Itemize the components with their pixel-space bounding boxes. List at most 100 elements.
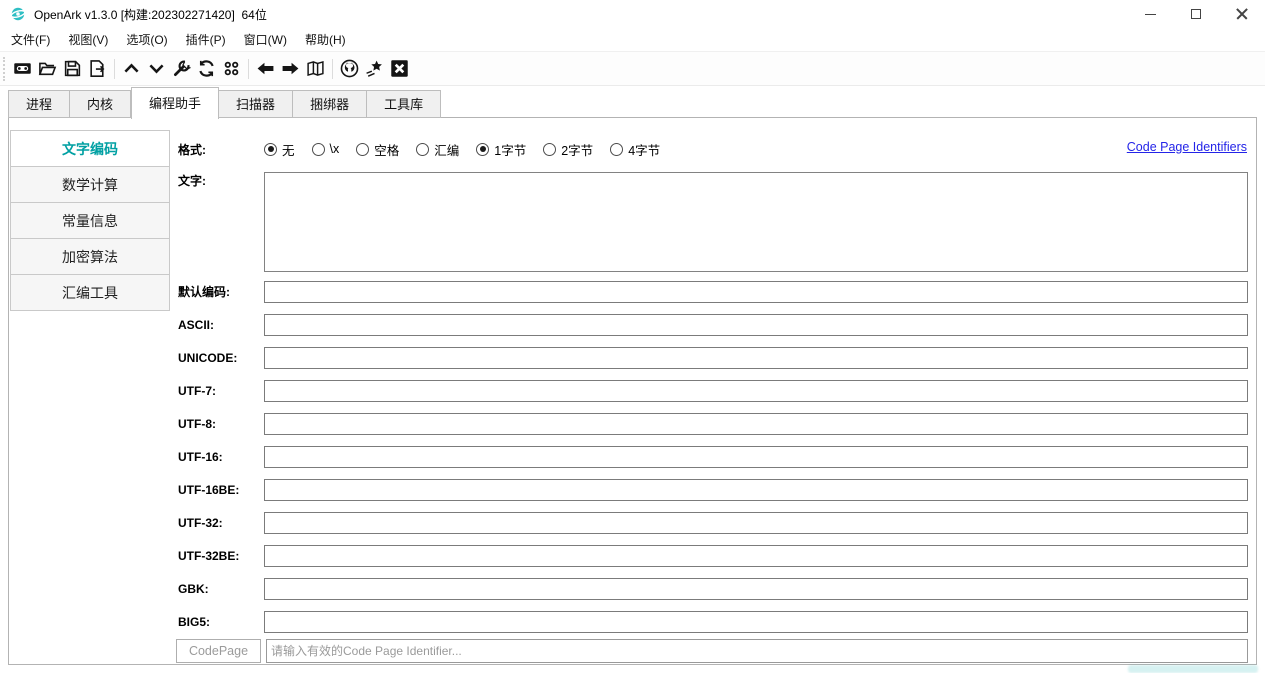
exit-button[interactable] (387, 56, 412, 82)
format-radio-group: 无 \x 空格 汇编 1字节 2字节 4字节 (264, 139, 660, 159)
exit-icon (390, 59, 409, 78)
menu-view[interactable]: 视图(V) (59, 27, 117, 52)
shooting-star-icon (365, 59, 384, 78)
row-label-utf32be: UTF-32BE: (178, 545, 239, 567)
tab-bundler[interactable]: 捆绑器 (293, 90, 367, 118)
toolbar-separator (332, 59, 333, 79)
menu-options[interactable]: 选项(O) (117, 27, 176, 52)
tab-kernel[interactable]: 内核 (70, 90, 131, 118)
forward-button[interactable] (278, 56, 303, 82)
radio-space[interactable]: 空格 (356, 140, 399, 159)
radio-circle (264, 143, 277, 156)
arrow-left-icon (256, 59, 275, 78)
export-doc-icon (88, 59, 107, 78)
utf16be-field[interactable] (264, 479, 1248, 501)
manual-book-icon (306, 59, 325, 78)
big5-field[interactable] (264, 611, 1248, 633)
chevron-up-icon (122, 59, 141, 78)
openark-window: OpenArk v1.3.0 [构建:202302271420] 64位 文件(… (0, 0, 1265, 673)
maximize-button[interactable] (1173, 0, 1219, 28)
export-doc-button[interactable] (85, 56, 110, 82)
row-label-utf8: UTF-8: (178, 413, 216, 435)
refresh-icon (197, 59, 216, 78)
row-label-unicode: UNICODE: (178, 347, 237, 369)
console-button[interactable] (10, 56, 35, 82)
close-button[interactable] (1219, 0, 1265, 28)
manual-button[interactable] (303, 56, 328, 82)
toolbar (0, 52, 1265, 86)
row-label-utf16be: UTF-16BE: (178, 479, 239, 501)
radio-4byte[interactable]: 4字节 (610, 140, 660, 159)
utf16-field[interactable] (264, 446, 1248, 468)
radio-hex-x[interactable]: \x (312, 142, 340, 156)
sidebar-item-math-calc[interactable]: 数学计算 (11, 167, 169, 203)
row-label-utf16: UTF-16: (178, 446, 223, 468)
save-button[interactable] (60, 56, 85, 82)
tab-process[interactable]: 进程 (8, 90, 70, 118)
menu-window[interactable]: 窗口(W) (235, 27, 296, 52)
menu-help[interactable]: 帮助(H) (296, 27, 355, 52)
radio-circle (543, 143, 556, 156)
github-icon (340, 59, 359, 78)
refresh-button[interactable] (194, 56, 219, 82)
default-encoding-field[interactable] (264, 281, 1248, 303)
radio-circle (312, 143, 325, 156)
sidebar-item-crypto[interactable]: 加密算法 (11, 239, 169, 275)
chevron-down-icon (147, 59, 166, 78)
maximize-icon (1191, 9, 1201, 19)
close-icon (1236, 8, 1248, 20)
tab-scanner[interactable]: 扫描器 (219, 90, 293, 118)
sidebar-item-text-encoding[interactable]: 文字编码 (11, 131, 169, 167)
menu-plugins[interactable]: 插件(P) (177, 27, 235, 52)
minimize-icon (1145, 14, 1156, 15)
row-label-gbk: GBK: (178, 578, 209, 600)
sidebar-item-constants[interactable]: 常量信息 (11, 203, 169, 239)
format-label: 格式: (178, 139, 206, 161)
ascii-field[interactable] (264, 314, 1248, 336)
menu-file[interactable]: 文件(F) (2, 27, 59, 52)
window-title: OpenArk v1.3.0 [构建:202302271420] 64位 (34, 6, 267, 23)
radio-circle (476, 143, 489, 156)
open-file-button[interactable] (35, 56, 60, 82)
tab-coderkit[interactable]: 编程助手 (131, 87, 219, 119)
utf7-field[interactable] (264, 380, 1248, 402)
save-icon (63, 59, 82, 78)
settings-button[interactable] (169, 56, 194, 82)
dots-grid-icon (222, 59, 241, 78)
move-down-button[interactable] (144, 56, 169, 82)
utf32-field[interactable] (264, 512, 1248, 534)
unicode-field[interactable] (264, 347, 1248, 369)
text-input-area[interactable] (264, 172, 1248, 272)
radio-asm[interactable]: 汇编 (416, 140, 459, 159)
toolbar-separator (114, 59, 115, 79)
title-bar[interactable]: OpenArk v1.3.0 [构建:202302271420] 64位 (0, 0, 1265, 28)
main-tab-bar: 进程 内核 编程助手 扫描器 捆绑器 工具库 (8, 86, 441, 118)
radio-none[interactable]: 无 (264, 140, 295, 159)
open-file-icon (38, 59, 57, 78)
radio-circle (356, 143, 369, 156)
code-page-identifiers-link[interactable]: Code Page Identifiers (1127, 140, 1247, 154)
row-label-big5: BIG5: (178, 611, 210, 633)
codepage-button[interactable]: CodePage (176, 639, 261, 663)
row-label-utf7: UTF-7: (178, 380, 216, 402)
openark-logo-icon (10, 6, 26, 22)
whats-new-button[interactable] (362, 56, 387, 82)
toolbar-grip (3, 57, 6, 81)
row-label-ascii: ASCII: (178, 314, 214, 336)
move-up-button[interactable] (119, 56, 144, 82)
wrench-icon (172, 59, 191, 78)
back-button[interactable] (253, 56, 278, 82)
codepage-input[interactable] (266, 639, 1248, 663)
github-button[interactable] (337, 56, 362, 82)
radio-1byte[interactable]: 1字节 (476, 140, 526, 159)
tab-utilities[interactable]: 工具库 (367, 90, 441, 118)
utf32be-field[interactable] (264, 545, 1248, 567)
minimize-button[interactable] (1127, 0, 1173, 28)
console-icon (13, 59, 32, 78)
gbk-field[interactable] (264, 578, 1248, 600)
radio-2byte[interactable]: 2字节 (543, 140, 593, 159)
utf8-field[interactable] (264, 413, 1248, 435)
sidebar-item-asm-tools[interactable]: 汇编工具 (11, 275, 169, 311)
statusbar-remnant (1128, 665, 1258, 673)
dots-grid-button[interactable] (219, 56, 244, 82)
